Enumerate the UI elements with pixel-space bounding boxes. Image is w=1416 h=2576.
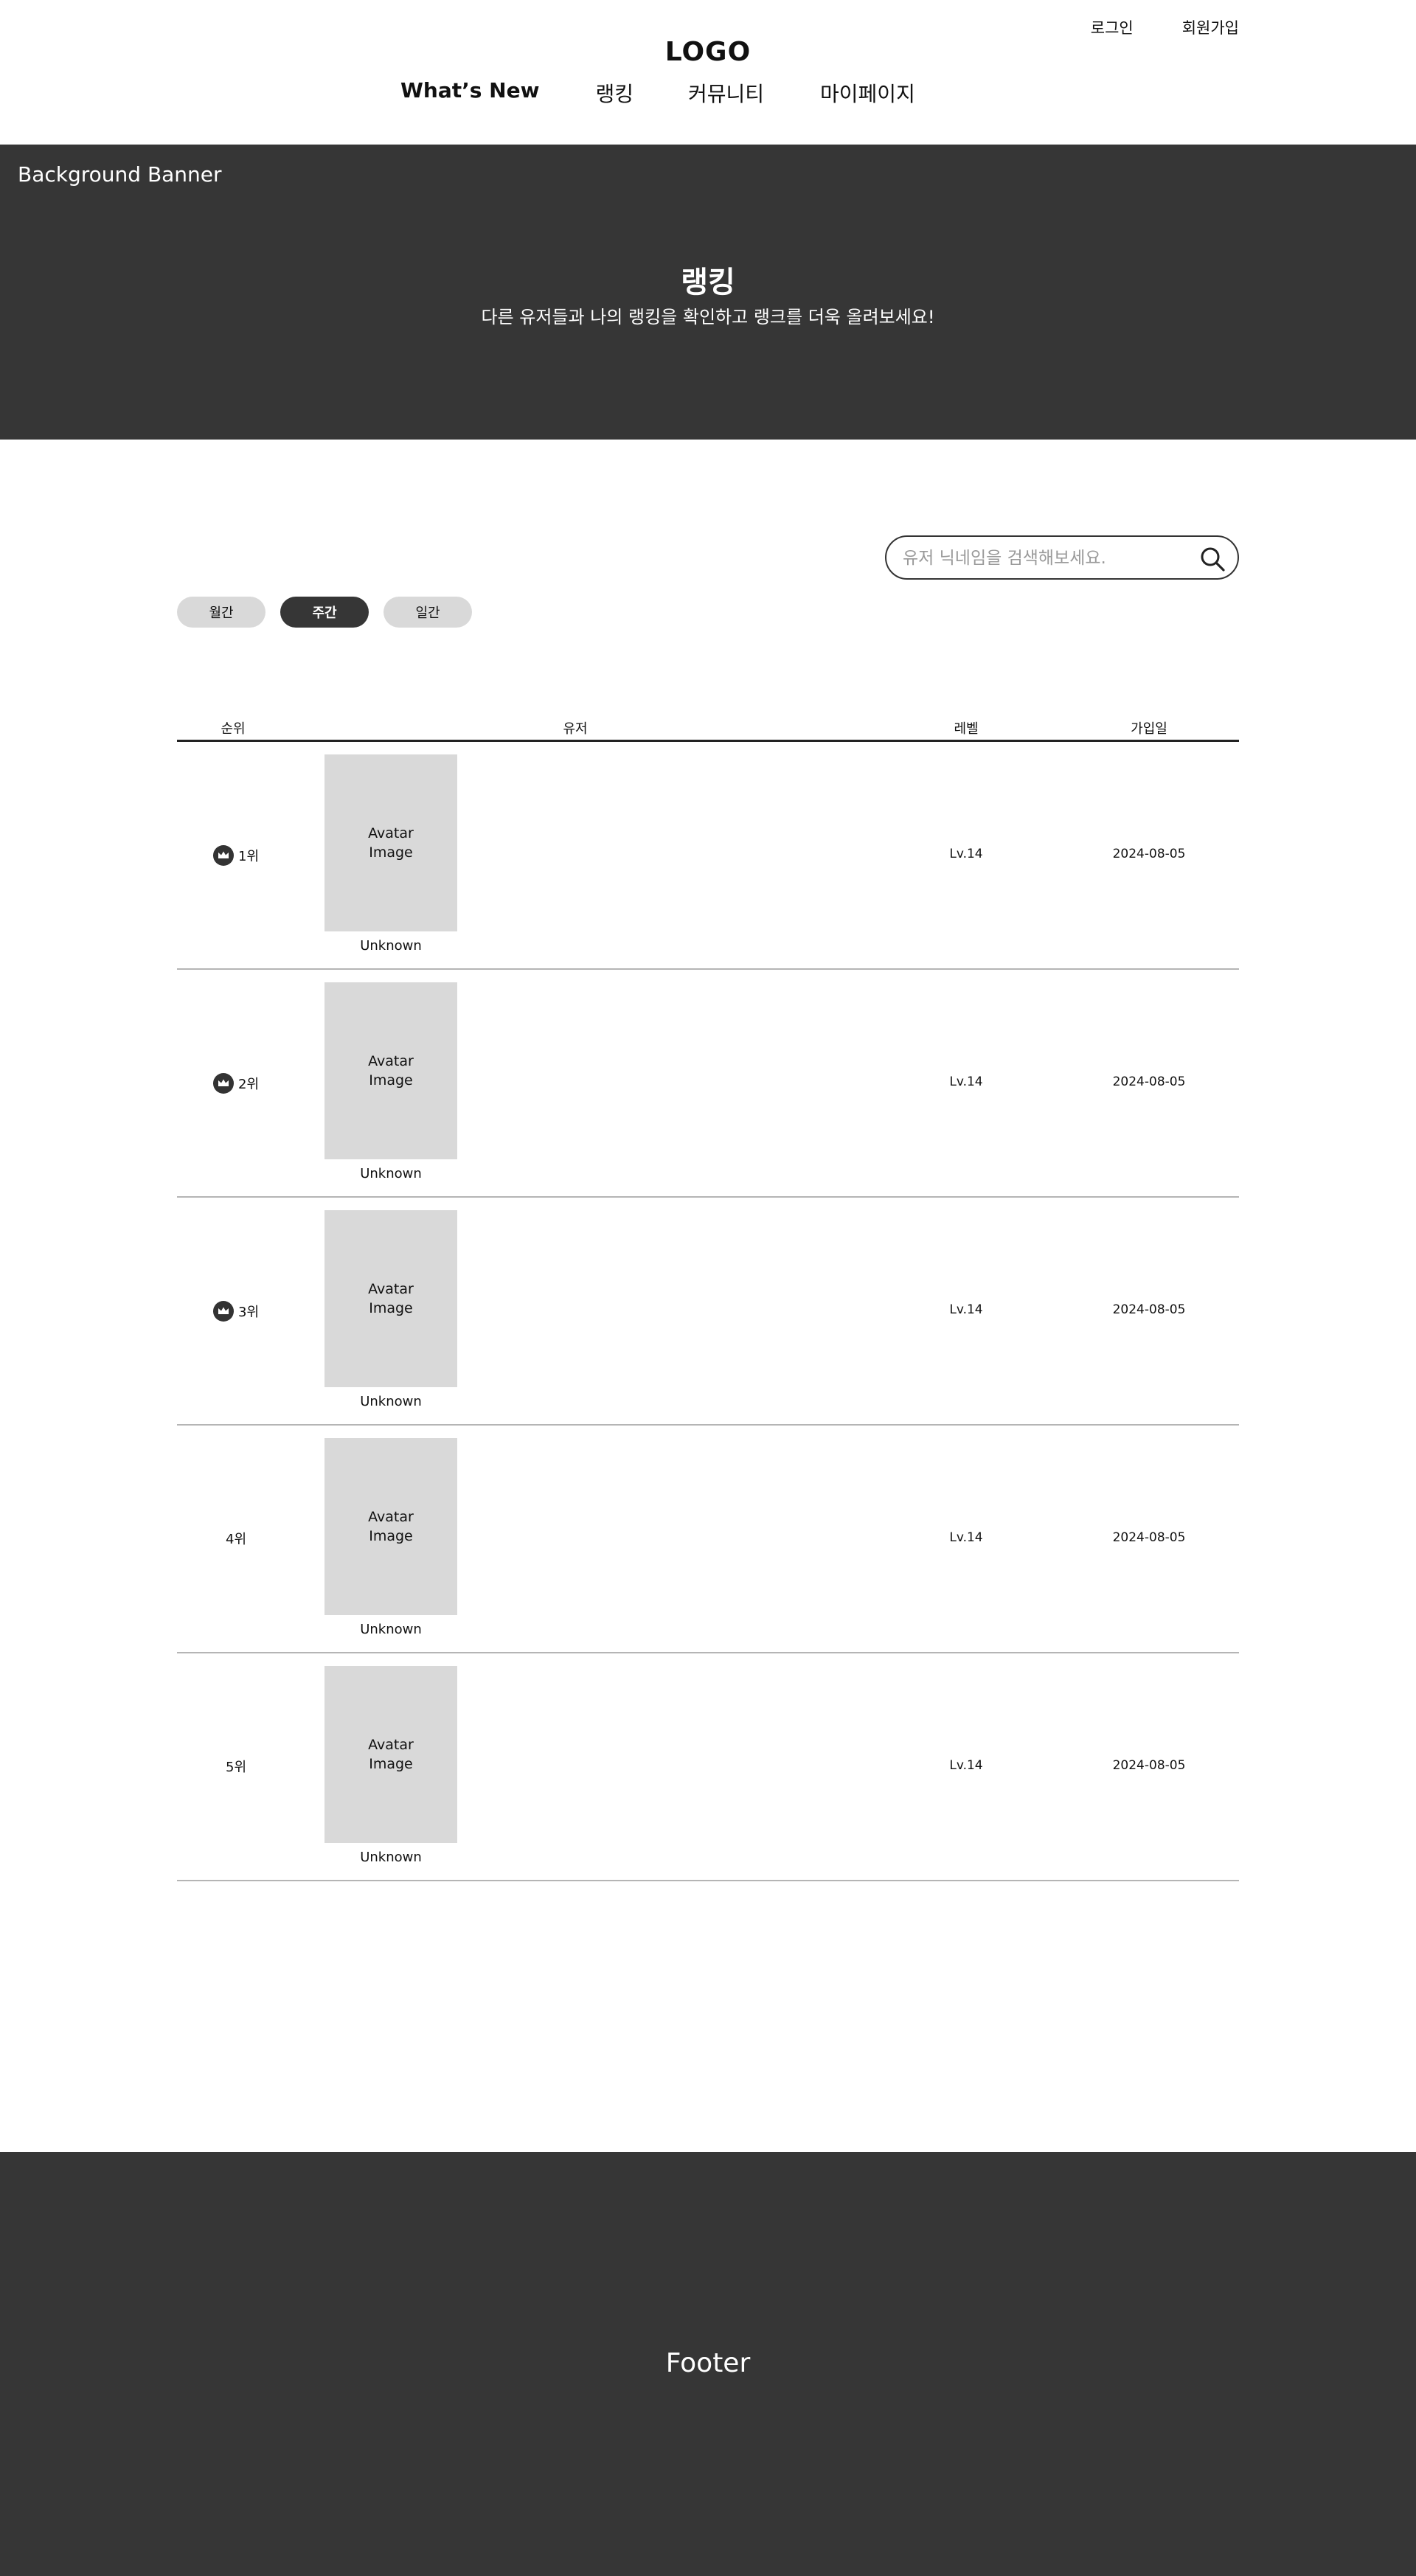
user-nickname[interactable]: Unknown xyxy=(360,1622,422,1637)
avatar[interactable]: Avatar Image xyxy=(324,754,457,931)
table-row[interactable]: 4위 Avatar Image Unknown Lv.14 2024-08-05 xyxy=(177,1426,1239,1653)
column-level: 레벨 xyxy=(954,721,979,737)
avatar[interactable]: Avatar Image xyxy=(324,982,457,1159)
column-user: 유저 xyxy=(563,721,588,737)
rank-cell: 5위 xyxy=(226,1757,246,1776)
avatar[interactable]: Avatar Image xyxy=(324,1666,457,1843)
rank-label: 2위 xyxy=(237,1077,260,1092)
rank-label: 1위 xyxy=(237,849,260,864)
page-title: 랭킹 xyxy=(681,265,735,299)
user-level: Lv.14 xyxy=(949,847,983,861)
user-nickname[interactable]: Unknown xyxy=(360,938,422,954)
nav-item-ranking[interactable]: 랭킹 xyxy=(595,78,634,108)
avatar-placeholder-text: Avatar Image xyxy=(368,825,414,861)
rank-cell: 4위 xyxy=(226,1529,246,1548)
search-input[interactable] xyxy=(903,544,1183,572)
avatar-placeholder-text: Avatar Image xyxy=(368,1509,414,1544)
auth-links: 로그인 회원가입 xyxy=(1091,16,1239,38)
period-tabs: 월간 주간 일간 xyxy=(177,597,472,628)
user-joined-date: 2024-08-05 xyxy=(1112,847,1186,861)
column-joined: 가입일 xyxy=(1131,721,1167,737)
table-header: 순위 유저 레벨 가입일 xyxy=(177,715,1239,742)
avatar-placeholder-text: Avatar Image xyxy=(368,1281,414,1316)
user-nickname[interactable]: Unknown xyxy=(360,1166,422,1181)
user-joined-date: 2024-08-05 xyxy=(1112,1075,1186,1089)
rank-cell: 1위 xyxy=(212,845,260,866)
tab-monthly[interactable]: 월간 xyxy=(177,597,266,628)
table-row[interactable]: 1위 Avatar Image Unknown Lv.14 2024-08-05 xyxy=(177,742,1239,970)
avatar[interactable]: Avatar Image xyxy=(324,1438,457,1615)
page-subtitle: 다른 유저들과 나의 랭킹을 확인하고 랭크를 더욱 올려보세요! xyxy=(481,307,935,327)
hero-banner: Background Banner 랭킹 다른 유저들과 나의 랭킹을 확인하고… xyxy=(0,145,1416,440)
banner-label: Background Banner xyxy=(18,162,222,187)
user-joined-date: 2024-08-05 xyxy=(1112,1302,1186,1317)
rank-cell: 2위 xyxy=(212,1073,260,1094)
user-nickname[interactable]: Unknown xyxy=(360,1394,422,1409)
user-nickname[interactable]: Unknown xyxy=(360,1850,422,1865)
main-nav: What’s New 랭킹 커뮤니티 마이페이지 xyxy=(400,78,915,108)
crown-icon xyxy=(212,1301,234,1322)
user-level: Lv.14 xyxy=(949,1302,983,1317)
nav-item-mypage[interactable]: 마이페이지 xyxy=(820,78,915,108)
table-row[interactable]: 2위 Avatar Image Unknown Lv.14 2024-08-05 xyxy=(177,970,1239,1198)
user-search-box xyxy=(885,535,1239,580)
avatar[interactable]: Avatar Image xyxy=(324,1210,457,1387)
login-link[interactable]: 로그인 xyxy=(1091,16,1134,38)
nav-item-community[interactable]: 커뮤니티 xyxy=(688,78,764,108)
signup-link[interactable]: 회원가입 xyxy=(1182,16,1239,38)
rank-label: 5위 xyxy=(225,1760,247,1775)
column-rank: 순위 xyxy=(221,721,246,737)
user-level: Lv.14 xyxy=(949,1530,983,1545)
rank-cell: 3위 xyxy=(212,1301,260,1322)
logo[interactable]: LOGO xyxy=(0,37,1416,67)
user-joined-date: 2024-08-05 xyxy=(1112,1758,1186,1773)
user-level: Lv.14 xyxy=(949,1758,983,1773)
nav-item-whats-new[interactable]: What’s New xyxy=(400,78,539,108)
site-footer: Footer xyxy=(0,2152,1416,2576)
user-joined-date: 2024-08-05 xyxy=(1112,1530,1186,1545)
rank-label: 4위 xyxy=(225,1532,247,1547)
footer-label: Footer xyxy=(665,2348,751,2378)
crown-icon xyxy=(212,1073,234,1094)
table-row[interactable]: 3위 Avatar Image Unknown Lv.14 2024-08-05 xyxy=(177,1198,1239,1426)
tab-weekly[interactable]: 주간 xyxy=(280,597,369,628)
site-header: 로그인 회원가입 LOGO What’s New 랭킹 커뮤니티 마이페이지 xyxy=(0,0,1416,145)
ranking-table: 순위 유저 레벨 가입일 1위 Avatar Image Unknown Lv.… xyxy=(177,715,1239,1881)
crown-icon xyxy=(212,845,234,866)
search-icon[interactable] xyxy=(1199,546,1226,572)
user-level: Lv.14 xyxy=(949,1075,983,1089)
table-row[interactable]: 5위 Avatar Image Unknown Lv.14 2024-08-05 xyxy=(177,1653,1239,1881)
avatar-placeholder-text: Avatar Image xyxy=(368,1053,414,1089)
rank-label: 3위 xyxy=(237,1305,260,1320)
avatar-placeholder-text: Avatar Image xyxy=(368,1737,414,1772)
tab-daily[interactable]: 일간 xyxy=(384,597,472,628)
